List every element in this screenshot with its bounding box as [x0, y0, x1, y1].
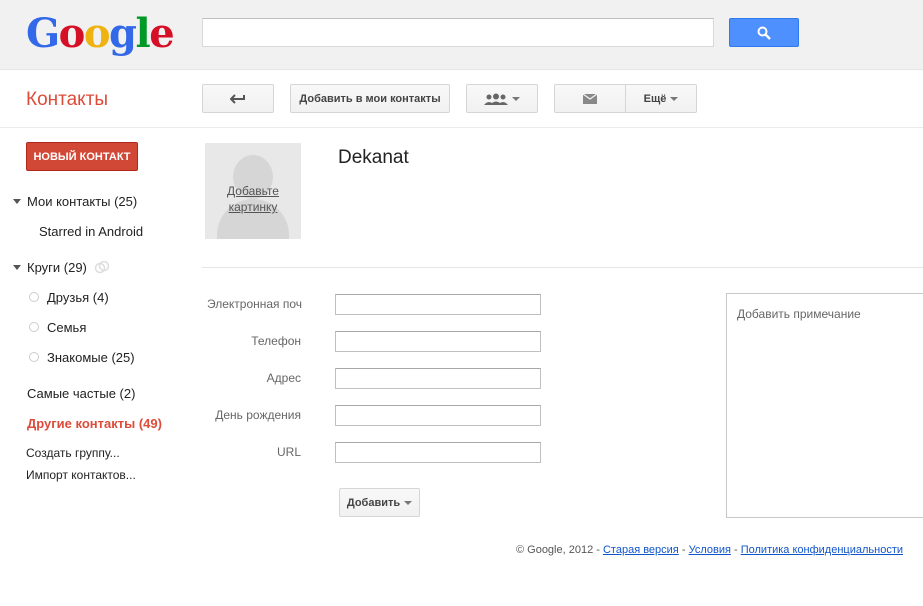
more-button[interactable]: Ещё: [625, 84, 697, 113]
toolbar: Контакты Добавить в мои контакты Ещё: [0, 70, 923, 128]
sidebar-item-starred[interactable]: Starred in Android: [39, 224, 143, 239]
sidebar-item-family[interactable]: Семья: [47, 320, 86, 335]
back-button[interactable]: [202, 84, 274, 113]
create-group-link[interactable]: Создать группу...: [26, 446, 120, 460]
divider: [202, 267, 923, 268]
circle-icon: [29, 292, 39, 302]
add-to-contacts-label: Добавить в мои контакты: [299, 92, 441, 105]
circles-button[interactable]: [466, 84, 538, 113]
phone-field[interactable]: [335, 331, 541, 352]
add-picture-link[interactable]: Добавьте картинку: [205, 183, 301, 215]
birthday-field[interactable]: [335, 405, 541, 426]
email-field[interactable]: [335, 294, 541, 315]
chevron-down-icon: [404, 500, 413, 505]
phone-label: Телефон: [251, 334, 301, 348]
app-title[interactable]: Контакты: [26, 89, 108, 111]
privacy-link[interactable]: Политика конфиденциальности: [741, 544, 903, 556]
chevron-down-icon: [670, 96, 679, 101]
new-contact-button[interactable]: НОВЫЙ КОНТАКТ: [26, 142, 138, 171]
birthday-label: День рождения: [215, 408, 301, 422]
add-field-label: Добавить: [346, 496, 401, 509]
more-label: Ещё: [643, 92, 667, 105]
footer-separator: -: [681, 544, 686, 556]
add-to-contacts-button[interactable]: Добавить в мои контакты: [290, 84, 450, 113]
circle-icon: [29, 352, 39, 362]
import-contacts-link[interactable]: Импорт контактов...: [26, 468, 136, 482]
chevron-down-icon: [512, 96, 520, 101]
sidebar-item-friends[interactable]: Друзья (4): [47, 290, 109, 305]
contact-photo-placeholder[interactable]: Добавьте картинку: [205, 143, 301, 239]
top-bar: Google: [0, 0, 923, 70]
logo-letter: G: [26, 10, 60, 57]
email-button[interactable]: [554, 84, 626, 113]
address-field[interactable]: [335, 368, 541, 389]
note-placeholder: Добавить примечание: [737, 307, 861, 321]
circles-link-icon: [94, 260, 110, 274]
terms-link[interactable]: Условия: [689, 544, 731, 556]
address-label: Адрес: [266, 371, 301, 385]
search-button[interactable]: [729, 18, 799, 47]
sidebar-item-other-contacts[interactable]: Другие контакты (49): [27, 416, 162, 431]
contact-name[interactable]: Dekanat: [338, 147, 409, 169]
copyright-text: © Google, 2012 -: [515, 544, 600, 556]
sidebar-item-my-contacts[interactable]: Мои контакты (25): [27, 194, 137, 209]
note-textarea[interactable]: Добавить примечание: [726, 293, 923, 518]
add-field-button[interactable]: Добавить: [339, 488, 420, 517]
logo-letter: g: [109, 10, 137, 57]
email-label: Электронная почта: [207, 297, 302, 311]
envelope-icon: [583, 93, 597, 104]
logo-letter: o: [58, 10, 86, 57]
logo-letter: l: [135, 10, 151, 57]
search-input[interactable]: [202, 18, 714, 47]
circle-icon: [29, 322, 39, 332]
people-icon: [484, 93, 508, 105]
back-arrow-icon: [230, 93, 245, 104]
sidebar-item-circles[interactable]: Круги (29): [27, 260, 87, 275]
expand-triangle-icon[interactable]: [13, 265, 21, 270]
url-label: URL: [276, 445, 301, 459]
new-contact-label: НОВЫЙ КОНТАКТ: [33, 150, 131, 163]
search-icon: [757, 26, 771, 40]
google-logo[interactable]: Google: [26, 10, 175, 57]
old-version-link[interactable]: Старая версия: [603, 544, 679, 556]
sidebar-item-frequent[interactable]: Самые частые (2): [27, 386, 135, 401]
footer: © Google, 2012 - Старая версия - Условия…: [516, 544, 903, 556]
logo-letter: o: [83, 10, 111, 57]
expand-triangle-icon[interactable]: [13, 199, 21, 204]
logo-letter: e: [149, 10, 174, 57]
url-field[interactable]: [335, 442, 541, 463]
sidebar-item-acquaintances[interactable]: Знакомые (25): [47, 350, 135, 365]
footer-separator: -: [733, 544, 738, 556]
